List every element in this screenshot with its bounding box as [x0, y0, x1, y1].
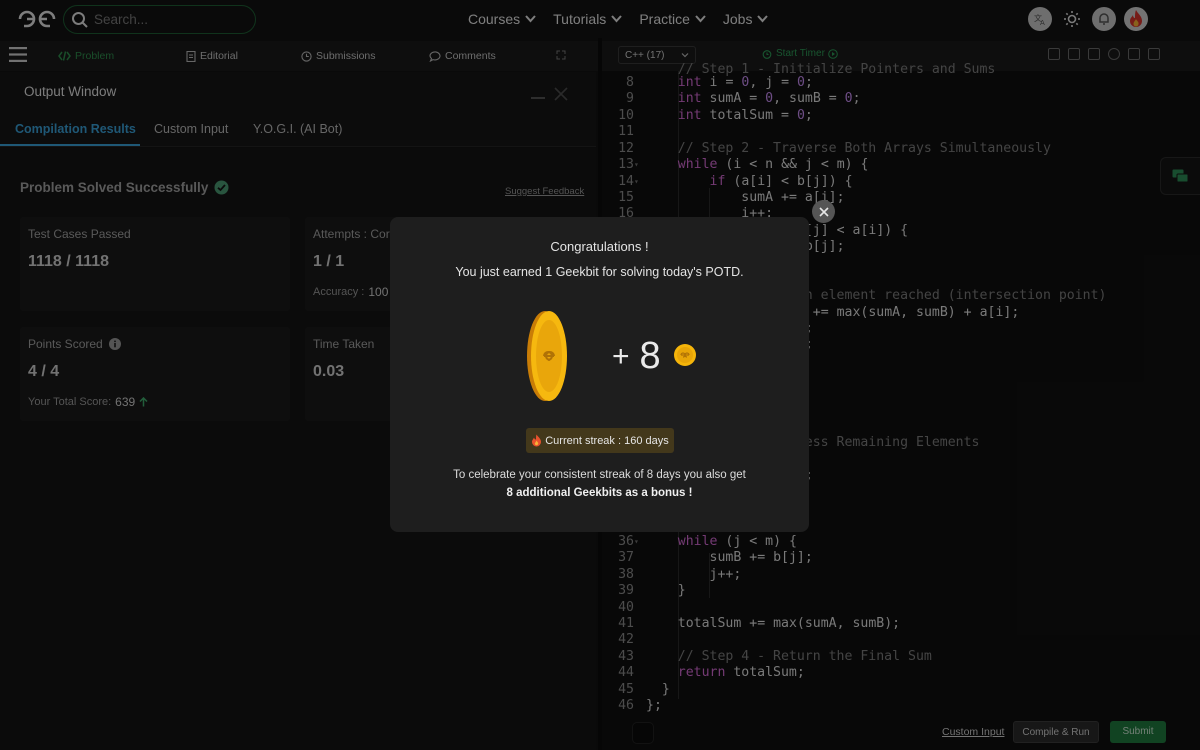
close-icon: [818, 206, 829, 217]
app-root: Courses Tutorials Practice Jobs 文A Probl…: [0, 0, 1200, 750]
fire-icon: [532, 434, 542, 447]
reward-plus: +: [612, 339, 630, 373]
modal-subtitle: You just earned 1 Geekbit for solving to…: [455, 265, 744, 279]
small-coin-icon: [674, 344, 696, 366]
geekbit-coin-icon: [527, 311, 567, 401]
bonus-text-line2: 8 additional Geekbits as a bonus !: [506, 487, 693, 499]
streak-badge: Current streak : 160 days: [526, 428, 674, 453]
modal-title: Congratulations !: [550, 239, 649, 254]
streak-text: Current streak : 160 days: [545, 434, 669, 447]
reward-amount-row: + 8: [612, 335, 661, 378]
modal-close-button[interactable]: [812, 200, 835, 223]
reward-amount: 8: [639, 335, 661, 377]
bonus-text-line1: To celebrate your consistent streak of 8…: [453, 469, 746, 481]
congrats-modal: Congratulations ! You just earned 1 Geek…: [390, 217, 809, 532]
